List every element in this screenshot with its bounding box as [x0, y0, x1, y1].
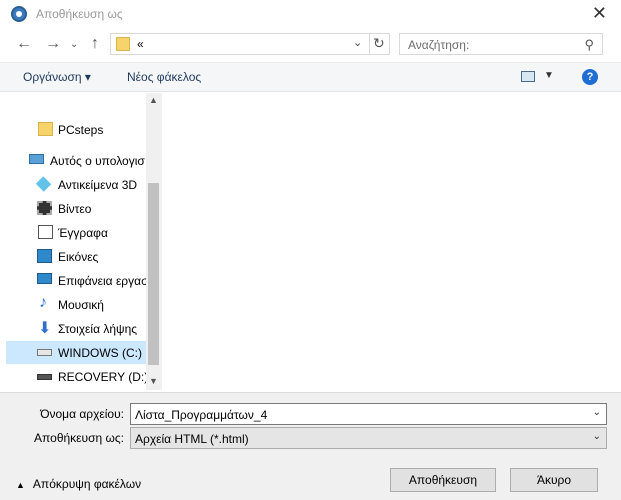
tree-item-label: Έγγραφα	[58, 226, 108, 240]
address-separator	[369, 34, 370, 54]
close-icon[interactable]: ✕	[592, 3, 607, 24]
search-icon: ⚲	[584, 37, 594, 52]
back-arrow-icon[interactable]: ←	[16, 35, 32, 53]
save-type-label: Αποθήκευση ως:	[34, 431, 124, 445]
search-input[interactable]: Αναζήτηση: ⚲	[399, 33, 603, 55]
file-list-pane[interactable]	[161, 93, 613, 390]
navigation-pane: PCsteps Αυτός ο υπολογισ Αντικείμενα 3D …	[6, 93, 146, 390]
scrollbar-thumb[interactable]	[148, 183, 159, 365]
tree-item-windows-c[interactable]: WINDOWS (C:)	[6, 341, 146, 364]
folder-icon	[38, 122, 53, 136]
downloads-icon: ⬇	[38, 320, 52, 337]
tree-item-recovery-d[interactable]: RECOVERY (D:)	[6, 365, 146, 388]
tree-item-downloads[interactable]: ⬇ Στοιχεία λήψης	[6, 317, 146, 340]
chevron-down-icon[interactable]: ⌄	[593, 431, 601, 442]
tree-item-label: Επιφάνεια εργασ	[58, 274, 146, 288]
tree-item-label: Μουσική	[58, 298, 104, 312]
search-placeholder: Αναζήτηση:	[408, 38, 470, 52]
filename-input[interactable]: Λίστα_Προγραμμάτων_4 ⌄	[130, 403, 607, 425]
video-icon	[37, 201, 52, 215]
filename-label: Όνομα αρχείου:	[40, 407, 124, 421]
save-form-area: Όνομα αρχείου: Λίστα_Προγραμμάτων_4 ⌄ Απ…	[0, 392, 621, 500]
desktop-icon	[37, 273, 52, 284]
organize-button[interactable]: Οργάνωση ▾	[23, 70, 91, 84]
tree-item-documents[interactable]: Έγγραφα	[6, 221, 146, 244]
tree-item-label: Στοιχεία λήψης	[58, 322, 138, 336]
tree-item-label: Βίντεο	[58, 202, 92, 216]
tree-item-pcsteps[interactable]: PCsteps	[6, 118, 146, 141]
up-arrow-icon[interactable]: ↑	[91, 35, 99, 53]
tree-item-label: Αντικείμενα 3D	[58, 178, 138, 192]
tree-item-label: Εικόνες	[58, 250, 99, 264]
new-folder-button[interactable]: Νέος φάκελος	[127, 70, 201, 84]
tree-item-this-pc[interactable]: Αυτός ο υπολογισ	[6, 149, 146, 172]
filename-value: Λίστα_Προγραμμάτων_4	[135, 408, 268, 422]
chevron-down-icon[interactable]: ⌄	[353, 36, 362, 49]
help-icon[interactable]: ?	[582, 69, 598, 85]
history-chevron-icon[interactable]: ⌄	[70, 39, 78, 50]
tree-item-desktop[interactable]: Επιφάνεια εργασ	[6, 269, 146, 292]
view-chevron-down-icon[interactable]: ▼	[544, 70, 554, 81]
address-text: «	[137, 37, 144, 51]
computer-icon	[29, 154, 44, 164]
music-icon: ♪	[39, 294, 47, 311]
tree-item-label: RECOVERY (D:)	[58, 370, 146, 384]
cancel-button[interactable]: Άκυρο	[510, 468, 598, 492]
tree-item-label: PCsteps	[58, 123, 104, 137]
3d-objects-icon	[35, 176, 52, 192]
address-bar[interactable]: « ⌄ ↻	[110, 33, 390, 55]
tree-item-label: Αυτός ο υπολογισ	[50, 154, 145, 168]
command-toolbar: Οργάνωση ▾ Νέος φάκελος ▼ ?	[0, 62, 621, 92]
scroll-down-icon[interactable]: ▼	[149, 376, 158, 386]
view-options-icon[interactable]	[521, 71, 535, 82]
hide-folders-button[interactable]: ▲ Απόκρυψη φακέλων	[16, 477, 141, 491]
documents-icon	[38, 225, 53, 239]
app-icon	[11, 6, 27, 22]
refresh-icon[interactable]: ↻	[373, 35, 385, 52]
title-bar: Αποθήκευση ως ✕	[0, 0, 621, 30]
hide-folders-label: Απόκρυψη φακέλων	[32, 477, 142, 491]
folder-icon	[116, 37, 130, 51]
save-type-select[interactable]: Αρχεία HTML (*.html) ⌄	[130, 427, 607, 449]
window-title: Αποθήκευση ως	[36, 7, 123, 21]
drive-icon	[37, 374, 52, 380]
tree-item-label: WINDOWS (C:)	[58, 346, 142, 360]
tree-item-music[interactable]: ♪ Μουσική	[6, 293, 146, 316]
scroll-up-icon[interactable]: ▲	[149, 95, 158, 105]
chevron-down-icon[interactable]: ⌄	[593, 407, 601, 418]
tree-item-videos[interactable]: Βίντεο	[6, 197, 146, 220]
save-button[interactable]: Αποθήκευση	[390, 468, 496, 492]
navigation-scrollbar[interactable]: ▲ ▼	[146, 93, 161, 390]
tree-item-3d-objects[interactable]: Αντικείμενα 3D	[6, 173, 146, 196]
forward-arrow-icon[interactable]: →	[45, 35, 61, 53]
save-type-value: Αρχεία HTML (*.html)	[135, 432, 249, 446]
pictures-icon	[37, 249, 52, 263]
tree-item-pictures[interactable]: Εικόνες	[6, 245, 146, 268]
drive-icon	[37, 349, 52, 356]
chevron-up-icon: ▲	[16, 480, 25, 490]
